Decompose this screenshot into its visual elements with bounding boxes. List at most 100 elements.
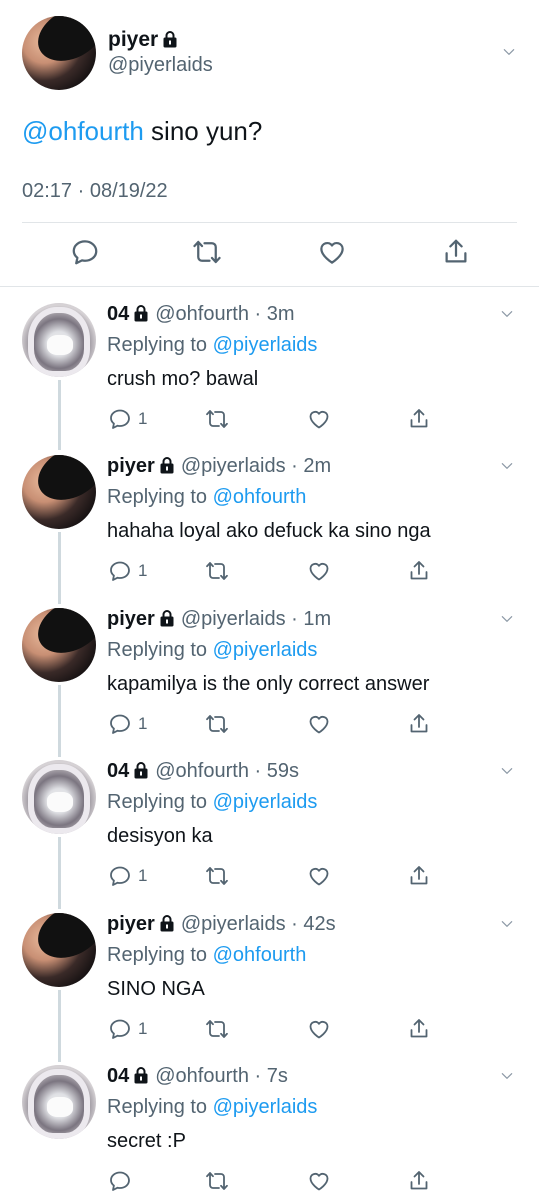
- avatar[interactable]: [22, 1065, 96, 1139]
- reply-icon[interactable]: [108, 559, 132, 583]
- replying-to-label: Replying to: [107, 486, 213, 508]
- reply-icon[interactable]: [108, 1017, 132, 1041]
- retweet-icon[interactable]: [205, 712, 229, 736]
- replying-to: Replying to @piyerlaids: [107, 1096, 317, 1119]
- reply-tweet[interactable]: piyer @piyerlaids · 42s Replying to @ohfo…: [0, 913, 539, 1053]
- reply-tweet[interactable]: 04 @ohfourth · 59s Replying to @piyerlaid…: [0, 760, 539, 900]
- lock-icon: [162, 30, 178, 48]
- author-handle[interactable]: @ohfourth: [155, 1065, 249, 1087]
- reply-icon[interactable]: [108, 407, 132, 431]
- reply-text: secret :P: [107, 1130, 186, 1152]
- replying-to-label: Replying to: [107, 944, 213, 966]
- reply-time[interactable]: 3m: [267, 303, 295, 325]
- reply-count: 1: [138, 714, 148, 733]
- chevron-down-icon[interactable]: [502, 45, 516, 59]
- reply-tweet[interactable]: 04 @ohfourth · 7s Replying to @piyerlaids…: [0, 1065, 539, 1200]
- mention-link[interactable]: @piyerlaids: [213, 791, 318, 813]
- share-icon[interactable]: [407, 1017, 431, 1041]
- author-name[interactable]: piyer: [107, 608, 155, 630]
- lock-icon: [133, 761, 149, 779]
- like-icon[interactable]: [307, 407, 331, 431]
- reply-header: piyer @piyerlaids · 1m: [107, 608, 331, 631]
- chevron-down-icon[interactable]: [500, 612, 514, 626]
- reply-time[interactable]: 42s: [303, 913, 335, 935]
- retweet-icon[interactable]: [205, 864, 229, 888]
- author-handle[interactable]: @ohfourth: [155, 760, 249, 782]
- mention-link[interactable]: @piyerlaids: [213, 334, 318, 356]
- replying-to: Replying to @piyerlaids: [107, 639, 317, 662]
- mention-link[interactable]: @ohfourth: [213, 944, 307, 966]
- share-icon[interactable]: [407, 1169, 431, 1193]
- reply-count: 1: [138, 866, 148, 885]
- reply-tweet[interactable]: 04 @ohfourth · 3m Replying to @piyerlaids…: [0, 303, 539, 443]
- reply-tweet[interactable]: piyer @piyerlaids · 2m Replying to @ohfou…: [0, 455, 539, 595]
- like-icon[interactable]: [307, 559, 331, 583]
- retweet-icon[interactable]: [205, 559, 229, 583]
- author-name[interactable]: 04: [107, 1065, 129, 1087]
- author-name[interactable]: 04: [107, 760, 129, 782]
- reply-text: desisyon ka: [107, 825, 213, 847]
- chevron-down-icon[interactable]: [500, 764, 514, 778]
- avatar[interactable]: [22, 16, 96, 90]
- chevron-down-icon[interactable]: [500, 1069, 514, 1083]
- like-icon[interactable]: [307, 712, 331, 736]
- reply-text: SINO NGA: [107, 978, 205, 1000]
- reply-icon[interactable]: [108, 1169, 132, 1193]
- reply-text: crush mo? bawal: [107, 368, 259, 390]
- lock-icon: [133, 1066, 149, 1084]
- mention-link[interactable]: @piyerlaids: [213, 639, 318, 661]
- reply-count: 1: [138, 409, 148, 428]
- separator: ·: [285, 455, 304, 477]
- lock-icon: [159, 456, 175, 474]
- tweet-text-body: sino yun?: [143, 116, 263, 146]
- lock-icon: [159, 609, 175, 627]
- mention-link[interactable]: @ohfourth: [22, 116, 144, 146]
- retweet-icon[interactable]: [205, 1169, 229, 1193]
- reply-time[interactable]: 1m: [303, 608, 331, 630]
- separator: ·: [285, 913, 304, 935]
- author-name[interactable]: piyer: [108, 28, 184, 52]
- reply-time[interactable]: 2m: [303, 455, 331, 477]
- avatar[interactable]: [22, 760, 96, 834]
- chevron-down-icon[interactable]: [500, 459, 514, 473]
- reply-icon[interactable]: [108, 712, 132, 736]
- share-icon[interactable]: [407, 407, 431, 431]
- author-name[interactable]: 04: [107, 303, 129, 325]
- mention-link[interactable]: @piyerlaids: [213, 1096, 318, 1118]
- mention-link[interactable]: @ohfourth: [213, 486, 307, 508]
- author-handle[interactable]: @piyerlaids: [108, 54, 213, 77]
- avatar[interactable]: [22, 303, 96, 377]
- author-handle[interactable]: @piyerlaids: [181, 608, 286, 630]
- share-icon[interactable]: [407, 864, 431, 888]
- author-handle[interactable]: @piyerlaids: [181, 455, 286, 477]
- author-name[interactable]: piyer: [107, 455, 155, 477]
- avatar[interactable]: [22, 455, 96, 529]
- author-handle[interactable]: @piyerlaids: [181, 913, 286, 935]
- share-icon[interactable]: [407, 559, 431, 583]
- share-icon[interactable]: [441, 237, 471, 267]
- reply-icon[interactable]: [108, 864, 132, 888]
- share-icon[interactable]: [407, 712, 431, 736]
- like-icon[interactable]: [307, 1017, 331, 1041]
- tweet-timestamp[interactable]: 02:17 · 08/19/22: [22, 180, 168, 203]
- like-icon[interactable]: [307, 1169, 331, 1193]
- avatar[interactable]: [22, 913, 96, 987]
- reply-time[interactable]: 7s: [267, 1065, 288, 1087]
- like-icon[interactable]: [317, 237, 347, 267]
- retweet-icon[interactable]: [192, 237, 222, 267]
- avatar[interactable]: [22, 608, 96, 682]
- chevron-down-icon[interactable]: [500, 307, 514, 321]
- reply-icon[interactable]: [70, 237, 100, 267]
- chevron-down-icon[interactable]: [500, 917, 514, 931]
- reply-header: piyer @piyerlaids · 42s: [107, 913, 336, 936]
- reply-text: hahaha loyal ako defuck ka sino nga: [107, 520, 431, 542]
- like-icon[interactable]: [307, 864, 331, 888]
- retweet-icon[interactable]: [205, 407, 229, 431]
- author-name-label: piyer: [108, 28, 159, 51]
- reply-time[interactable]: 59s: [267, 760, 299, 782]
- reply-tweet[interactable]: piyer @piyerlaids · 1m Replying to @piyer…: [0, 608, 539, 748]
- retweet-icon[interactable]: [205, 1017, 229, 1041]
- replying-to: Replying to @ohfourth: [107, 486, 306, 509]
- author-handle[interactable]: @ohfourth: [155, 303, 249, 325]
- author-name[interactable]: piyer: [107, 913, 155, 935]
